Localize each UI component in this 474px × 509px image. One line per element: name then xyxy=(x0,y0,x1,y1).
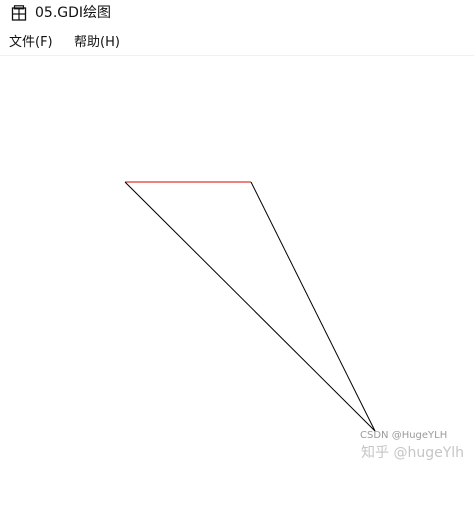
window-title: 05.GDI绘图 xyxy=(35,5,112,21)
title-bar[interactable]: 05.GDI绘图 xyxy=(0,0,474,30)
black-line-1 xyxy=(124,181,376,432)
app-window-icon xyxy=(11,5,27,21)
menu-file[interactable]: 文件(F) xyxy=(9,35,53,51)
watermark-secondary: CSDN @HugeYLH xyxy=(360,430,448,441)
menu-bar: 文件(F) 帮助(H) xyxy=(0,30,474,56)
black-line-2 xyxy=(250,181,376,432)
menu-help[interactable]: 帮助(H) xyxy=(74,35,120,51)
app-window: 05.GDI绘图 文件(F) 帮助(H) 知乎 @hugeYlh CSDN @H… xyxy=(0,0,474,509)
watermark-primary: 知乎 @hugeYlh xyxy=(361,445,465,461)
